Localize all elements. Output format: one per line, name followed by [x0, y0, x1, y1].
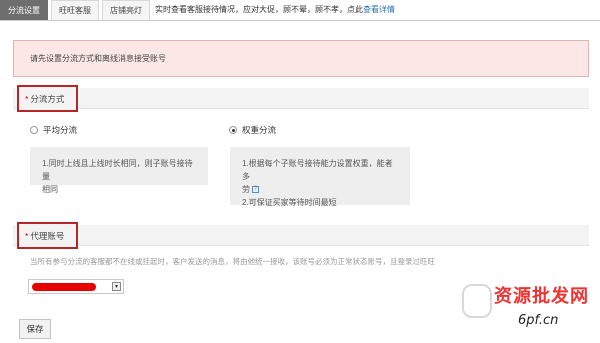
diversion-section-label: * 分流方式 [17, 85, 79, 112]
view-details-link[interactable]: 查看详情 [363, 5, 395, 14]
redacted-account-value [32, 283, 96, 291]
proxy-account-select[interactable]: ▾ [28, 279, 124, 294]
weight-desc-line2: 劳? [242, 185, 259, 194]
proxy-hint-text: 当所有参与分流的客服都不在线或挂起时，客户发送的消息，将由他统一接收，该账号必须… [30, 257, 435, 266]
weight-description: 1.根据每个子账号接待能力设置权重，能者多 劳? 2.可保证买家等待时间最短 [230, 147, 410, 207]
radio-weight-label: 权重分流 [242, 125, 277, 135]
radio-weight[interactable]: 权重分流 [229, 124, 276, 136]
dropdown-arrow-icon[interactable]: ▾ [112, 282, 121, 291]
required-star: * [25, 94, 29, 104]
average-description: 1.同时上线且上线时长相同，则子账号接待量 相同 [30, 147, 208, 194]
average-desc-line1: 1.同时上线且上线时长相同，则子账号接待量 [42, 159, 193, 181]
radio-average-label: 平均分流 [43, 125, 78, 135]
average-desc-line2: 相同 [42, 185, 58, 194]
radio-average-circle[interactable] [30, 126, 38, 134]
tab-wangwang-service[interactable]: 旺旺客服 [51, 0, 99, 20]
watermark-url: 6pf.cn [518, 313, 559, 328]
help-icon[interactable]: ? [252, 186, 259, 194]
required-star: * [25, 231, 29, 241]
tab-note: 实时查看客服接待情况，应对大促，顾不晕，顾不孝，点此查看详情 [155, 0, 395, 19]
proxy-section-title: 代理账号 [30, 231, 65, 241]
diversion-section-title: 分流方式 [30, 94, 65, 104]
tab-note-text: 实时查看客服接待情况，应对大促，顾不晕，顾不孝，点此 [155, 5, 363, 14]
tab-shop-light[interactable]: 店铺亮灯 [102, 0, 150, 20]
weight-desc-line1: 1.根据每个子账号接待能力设置权重，能者多 [242, 159, 393, 181]
watermark: 资源批发网 6pf.cn [462, 280, 600, 343]
tab-diversion-settings[interactable]: 分流设置 [0, 0, 48, 20]
save-button[interactable]: 保存 [19, 319, 51, 339]
watermark-text: 资源批发网 [494, 286, 589, 307]
weight-desc-line3: 2.可保证买家等待时间最短 [242, 198, 337, 207]
tab-bar: 分流设置 旺旺客服 店铺亮灯 实时查看客服接待情况，应对大促，顾不晕，顾不孝，点… [0, 0, 395, 21]
radio-average[interactable]: 平均分流 [30, 124, 77, 136]
proxy-section-header: * 代理账号 [13, 222, 589, 249]
warning-alert: 请先设置分流方式和离线消息接受账号 [13, 40, 589, 77]
diversion-section-header: * 分流方式 [13, 85, 589, 112]
alert-text: 请先设置分流方式和离线消息接受账号 [30, 54, 166, 63]
tab-divider [0, 20, 600, 21]
radio-weight-circle[interactable] [229, 126, 237, 134]
watermark-logo-icon [462, 284, 492, 318]
proxy-section-label: * 代理账号 [17, 222, 79, 249]
